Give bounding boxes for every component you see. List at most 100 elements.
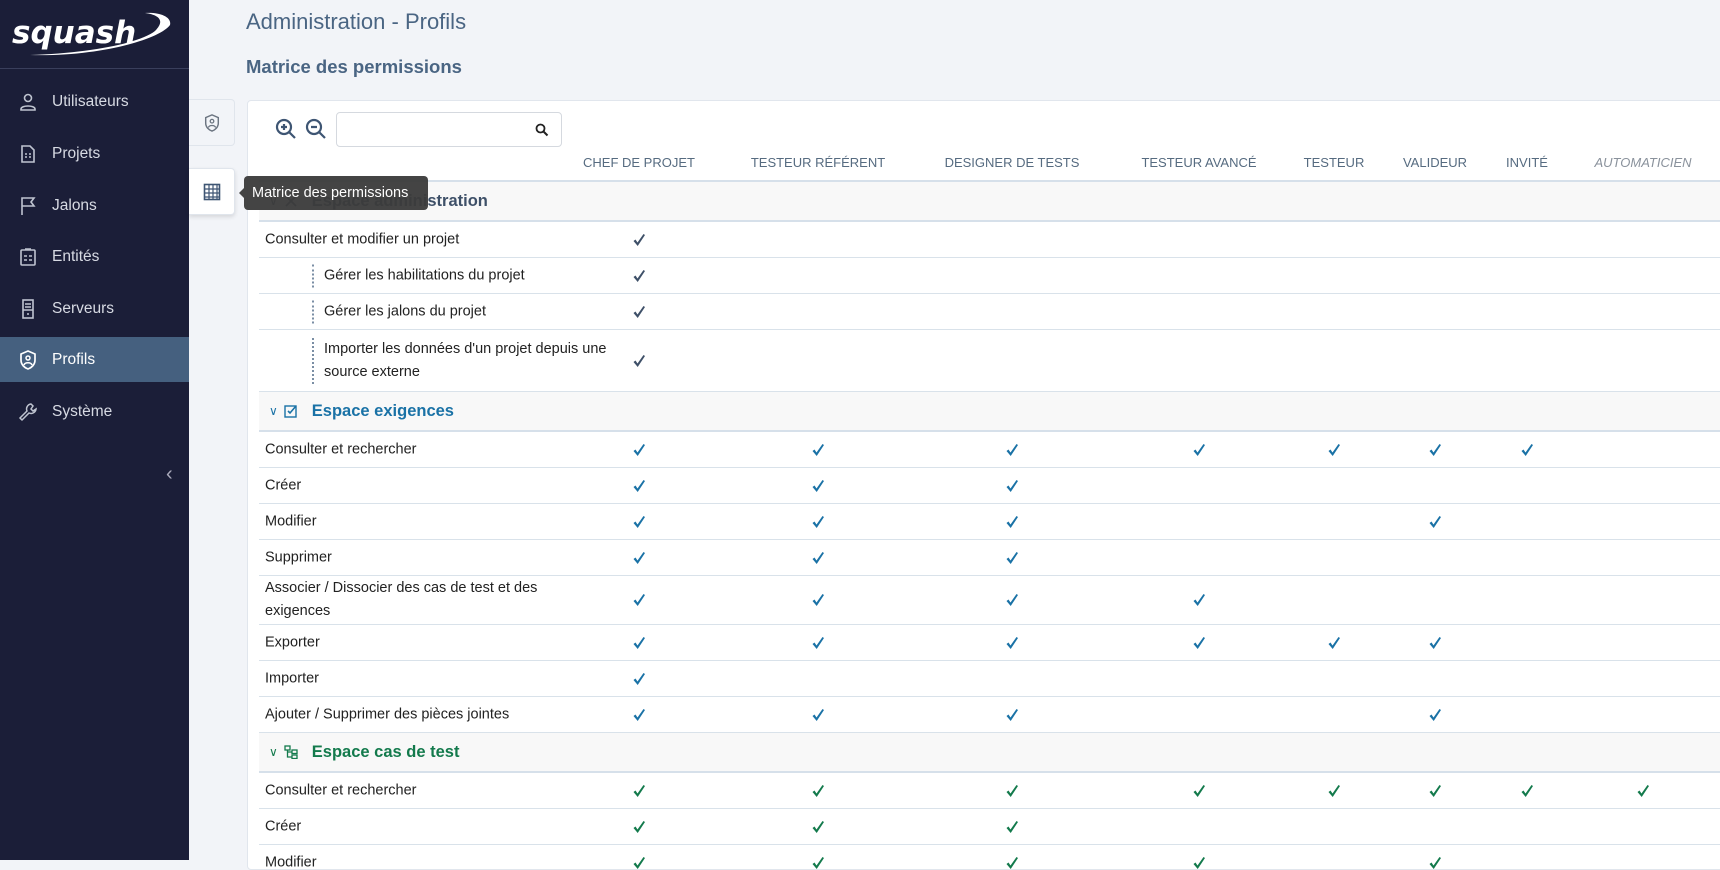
check-icon <box>1006 820 1019 834</box>
section-header[interactable]: ∨ Espace exigences <box>259 392 1720 432</box>
clipboard-icon <box>18 247 38 267</box>
check-icon <box>812 708 825 722</box>
check-icon <box>1006 636 1019 650</box>
table-row: Créer <box>259 468 1720 504</box>
sidebar: squash Utilisateurs Projets Jalons Entit… <box>0 0 189 860</box>
check-icon <box>633 784 646 798</box>
table-row: Importer <box>259 661 1720 697</box>
check-icon <box>1637 784 1650 798</box>
tab-profile-info[interactable] <box>189 99 235 146</box>
sidebar-item-label: Projets <box>52 145 100 163</box>
sidebar-item-profils[interactable]: Profils <box>0 337 189 382</box>
sidebar-item-label: Jalons <box>52 197 97 215</box>
check-icon <box>812 443 825 457</box>
check-icon <box>812 820 825 834</box>
permission-label: Consulter et rechercher <box>265 438 575 461</box>
chevron-down-icon[interactable]: ∨ <box>269 745 278 759</box>
check-icon <box>812 856 825 870</box>
permission-label: Gérer les habilitations du projet <box>312 264 622 287</box>
check-icon <box>812 784 825 798</box>
check-icon <box>633 593 646 607</box>
permission-label: Supprimer <box>265 546 575 569</box>
table-row: Ajouter / Supprimer des pièces jointes <box>259 697 1720 733</box>
sidebar-item-label: Serveurs <box>52 300 114 318</box>
document-icon <box>18 144 38 164</box>
check-icon <box>1006 479 1019 493</box>
permission-label: Ajouter / Supprimer des pièces jointes <box>265 703 575 726</box>
zoom-in-icon[interactable] <box>274 117 298 141</box>
table-row: Supprimer <box>259 540 1720 576</box>
sidebar-item-utilisateurs[interactable]: Utilisateurs <box>0 79 189 124</box>
table-row: Modifier <box>259 845 1720 870</box>
section-title: Espace exigences <box>312 402 454 421</box>
sidebar-item-jalons[interactable]: Jalons <box>0 183 189 228</box>
check-icon <box>1429 636 1442 650</box>
page-title: Administration - Profils <box>246 9 466 35</box>
check-icon <box>633 354 646 368</box>
chevron-down-icon[interactable]: ∨ <box>269 404 278 418</box>
column-header: VALIDEUR <box>1403 155 1467 170</box>
permission-label: Importer <box>265 667 575 690</box>
svg-text:squash: squash <box>12 15 136 51</box>
section-header[interactable]: ∨Espace cas de test <box>259 733 1720 773</box>
check-icon <box>1006 784 1019 798</box>
sidebar-item-label: Entités <box>52 248 99 266</box>
sidebar-item-projets[interactable]: Projets <box>0 131 189 176</box>
squash-logo[interactable]: squash <box>0 0 189 69</box>
check-icon <box>1429 443 1442 457</box>
check-icon <box>1429 856 1442 870</box>
check-icon <box>1006 708 1019 722</box>
check-icon <box>1006 856 1019 870</box>
tab-permissions-matrix[interactable] <box>189 168 235 215</box>
logo-swoosh-icon: squash <box>10 9 180 59</box>
collapse-sidebar-button[interactable]: ‹ <box>166 463 173 486</box>
check-icon <box>633 479 646 493</box>
server-icon <box>18 299 38 319</box>
check-icon <box>633 233 646 247</box>
check-icon <box>633 515 646 529</box>
sidebar-item-label: Profils <box>52 351 95 369</box>
check-icon <box>812 515 825 529</box>
section-header[interactable]: ∨Espace administration <box>259 182 1720 222</box>
check-icon <box>1328 784 1341 798</box>
column-header: TESTEUR <box>1304 155 1365 170</box>
permission-label: Consulter et rechercher <box>265 779 575 802</box>
check-icon <box>633 820 646 834</box>
permissions-matrix-panel: CHEF DE PROJETTESTEUR RÉFÉRENTDESIGNER D… <box>247 100 1720 870</box>
user-icon <box>18 92 38 112</box>
check-icon <box>1006 515 1019 529</box>
sidebar-item-systeme[interactable]: Système <box>0 389 189 434</box>
table-row: Consulter et rechercher <box>259 773 1720 809</box>
check-icon <box>633 305 646 319</box>
shield-user-icon <box>18 350 38 370</box>
check-icon <box>1193 784 1206 798</box>
table-row: Modifier <box>259 504 1720 540</box>
column-header: AUTOMATICIEN <box>1594 155 1691 170</box>
permission-label: Créer <box>265 815 575 838</box>
shield-user-icon <box>203 113 221 133</box>
check-icon <box>1006 593 1019 607</box>
check-icon <box>1193 856 1206 870</box>
sidebar-item-label: Utilisateurs <box>52 93 129 111</box>
check-icon <box>1193 593 1206 607</box>
check-icon <box>812 593 825 607</box>
table-row: Gérer les jalons du projet <box>259 294 1720 330</box>
tooltip: Matrice des permissions <box>244 176 428 210</box>
table-row: Consulter et rechercher <box>259 432 1720 468</box>
grid-icon <box>203 183 221 201</box>
check-icon <box>1429 515 1442 529</box>
table-row: Importer les données d'un projet depuis … <box>259 330 1720 392</box>
check-icon <box>1006 551 1019 565</box>
zoom-out-icon[interactable] <box>304 117 328 141</box>
permission-label: Importer les données d'un projet depuis … <box>312 338 622 384</box>
sidebar-item-entites[interactable]: Entités <box>0 234 189 279</box>
permission-label: Consulter et modifier un projet <box>265 228 575 251</box>
table-row: Consulter et modifier un projet <box>259 222 1720 258</box>
sidebar-item-serveurs[interactable]: Serveurs <box>0 286 189 331</box>
column-header: TESTEUR RÉFÉRENT <box>751 155 885 170</box>
check-icon <box>1193 443 1206 457</box>
table-row: Exporter <box>259 625 1720 661</box>
wrench-icon <box>18 402 38 422</box>
check-icon <box>633 672 646 686</box>
search-icon[interactable] <box>535 123 549 137</box>
